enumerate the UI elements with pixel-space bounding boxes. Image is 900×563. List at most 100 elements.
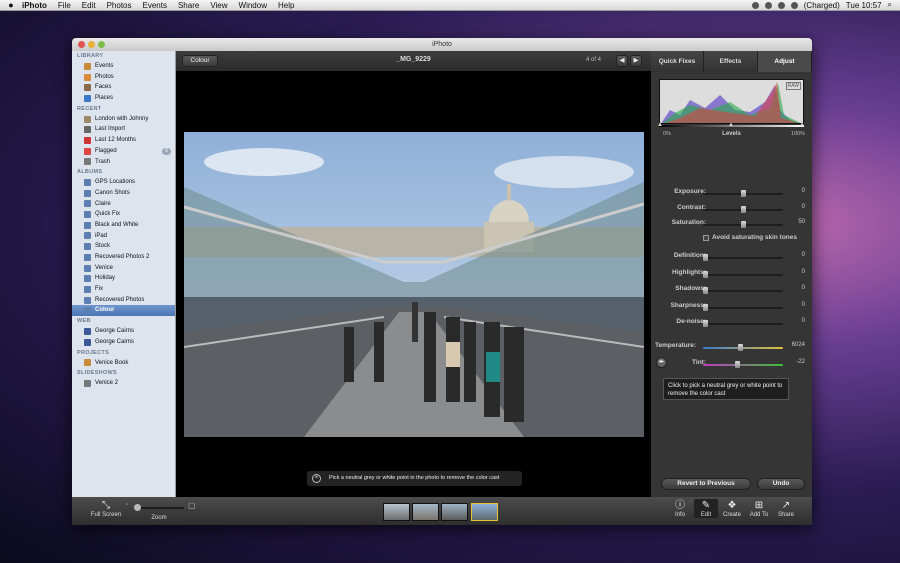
sidebar-item-photos[interactable]: Photos bbox=[72, 72, 175, 83]
menu-edit[interactable]: Edit bbox=[82, 1, 96, 10]
section-header-web[interactable]: WEB bbox=[72, 316, 175, 326]
iphoto-window: iPhoto LIBRARY Events Photos Faces Places REC… bbox=[72, 38, 812, 525]
close-hint-icon[interactable]: × bbox=[312, 474, 321, 483]
sidebar-item-recovered-photos[interactable]: Recovered Photos bbox=[72, 295, 175, 306]
shadows-slider[interactable] bbox=[703, 287, 783, 294]
spotlight-icon[interactable]: ⌕ bbox=[888, 0, 892, 10]
sidebar-item-gps-locations[interactable]: GPS Locations bbox=[72, 177, 175, 188]
minimize-button[interactable] bbox=[88, 41, 95, 48]
sidebar-item-faces[interactable]: Faces bbox=[72, 82, 175, 93]
sidebar-item-trash[interactable]: Trash bbox=[72, 157, 175, 168]
de-noise-slider[interactable] bbox=[703, 320, 783, 327]
clock[interactable]: Tue 10:57 bbox=[846, 1, 882, 10]
de-noise-knob[interactable] bbox=[703, 320, 708, 327]
status-icon[interactable] bbox=[751, 1, 759, 9]
sidebar-item-colour[interactable]: Colour bbox=[72, 305, 175, 317]
menu-window[interactable]: Window bbox=[239, 1, 267, 10]
sharpness-slider[interactable] bbox=[703, 303, 783, 311]
highlights-knob[interactable] bbox=[703, 270, 708, 278]
zoom-knob[interactable] bbox=[134, 504, 141, 511]
sidebar-item-venice-2[interactable]: Venice 2 bbox=[72, 378, 175, 389]
zoom-button[interactable] bbox=[98, 41, 105, 48]
sidebar-item-quick-fix[interactable]: Quick Fix bbox=[72, 209, 175, 220]
contrast-slider[interactable] bbox=[703, 205, 783, 213]
levels-label: Levels bbox=[722, 131, 741, 137]
sidebar-item-george-cairns[interactable]: George Cairns bbox=[72, 326, 175, 337]
levels-mid-handle[interactable]: ▲ bbox=[728, 122, 734, 128]
filmstrip-thumb[interactable] bbox=[412, 503, 439, 521]
filmstrip-thumb[interactable] bbox=[441, 503, 468, 521]
filmstrip-thumb[interactable] bbox=[383, 503, 410, 521]
status-icon[interactable] bbox=[764, 1, 772, 9]
definition-slider[interactable] bbox=[703, 254, 783, 261]
photo-canvas[interactable] bbox=[184, 132, 644, 437]
menu-share[interactable]: Share bbox=[178, 1, 199, 10]
exposure-slider[interactable] bbox=[703, 190, 783, 197]
full-screen-button[interactable]: ⤡ Full Screen bbox=[86, 499, 126, 518]
tab-effects[interactable]: Effects bbox=[704, 51, 758, 72]
previous-photo-button[interactable]: ◀ bbox=[616, 55, 628, 67]
tab-quick-fixes[interactable]: Quick Fixes bbox=[651, 51, 704, 72]
sidebar-item-recovered-photos-2[interactable]: Recovered Photos 2 bbox=[72, 252, 175, 263]
sidebar-item-black-and-white[interactable]: Black and White bbox=[72, 220, 175, 231]
wifi-icon[interactable] bbox=[790, 1, 798, 9]
sidebar-item-events[interactable]: Events bbox=[72, 61, 175, 72]
definition-knob[interactable] bbox=[703, 254, 708, 261]
tint-slider[interactable] bbox=[703, 361, 783, 368]
battery-status[interactable]: (Charged) bbox=[804, 1, 840, 10]
menu-file[interactable]: File bbox=[58, 1, 71, 10]
sidebar-item-claire[interactable]: Claire bbox=[72, 199, 175, 210]
skin-tones-checkbox[interactable] bbox=[703, 234, 709, 241]
section-header-projects[interactable]: PROJECTS bbox=[72, 348, 175, 358]
sidebar-item-canon-shots[interactable]: Canon Shots bbox=[72, 188, 175, 199]
sidebar-item-places[interactable]: Places bbox=[72, 93, 175, 104]
temperature-slider[interactable] bbox=[703, 344, 783, 351]
create-button[interactable]: ❖ Create bbox=[720, 499, 744, 518]
sharpness-knob[interactable] bbox=[703, 303, 708, 311]
sidebar-item-george-cairns[interactable]: George Cairns bbox=[72, 337, 175, 348]
levels-black-handle[interactable]: ▲ bbox=[657, 122, 663, 128]
close-button[interactable] bbox=[78, 41, 85, 48]
levels-white-handle[interactable]: ▲ bbox=[799, 122, 805, 128]
highlights-slider[interactable] bbox=[703, 270, 783, 278]
temperature-knob[interactable] bbox=[738, 344, 744, 351]
section-header-albums[interactable]: ALBUMS bbox=[72, 167, 175, 177]
status-icon[interactable] bbox=[777, 1, 785, 9]
sidebar-item-venice-book[interactable]: Venice Book bbox=[72, 358, 175, 369]
section-header-library[interactable]: LIBRARY bbox=[72, 51, 175, 61]
sidebar-item-flagged[interactable]: Flagged 6 bbox=[72, 146, 175, 157]
next-photo-button[interactable]: ▶ bbox=[630, 55, 642, 67]
contrast-knob[interactable] bbox=[740, 205, 746, 213]
sidebar-item-last-12-months[interactable]: Last 12 Months bbox=[72, 135, 175, 146]
menu-app-name[interactable]: iPhoto bbox=[22, 1, 47, 10]
sidebar-item-holiday[interactable]: Holiday bbox=[72, 273, 175, 284]
menu-events[interactable]: Events bbox=[142, 1, 166, 10]
revert-to-previous-button[interactable]: Revert to Previous bbox=[661, 478, 751, 490]
share-button[interactable]: ↗ Share bbox=[774, 499, 798, 518]
saturation-knob[interactable] bbox=[740, 221, 746, 228]
sidebar-item-ipad[interactable]: iPad bbox=[72, 231, 175, 242]
menu-help[interactable]: Help bbox=[278, 1, 294, 10]
exposure-knob[interactable] bbox=[740, 190, 746, 197]
tab-adjust[interactable]: Adjust bbox=[758, 51, 812, 72]
info-button[interactable]: ⓘ Info bbox=[668, 499, 692, 518]
sidebar-item-fix[interactable]: Fix bbox=[72, 284, 175, 295]
add-to-button[interactable]: ⊞ Add To bbox=[747, 499, 771, 518]
section-header-slideshows[interactable]: SLIDESHOWS bbox=[72, 368, 175, 378]
section-header-recent[interactable]: RECENT bbox=[72, 104, 175, 114]
menu-photos[interactable]: Photos bbox=[107, 1, 132, 10]
tint-knob[interactable] bbox=[735, 361, 741, 368]
saturation-slider[interactable] bbox=[703, 221, 783, 228]
sidebar-item-stock[interactable]: Stock bbox=[72, 241, 175, 252]
shadows-knob[interactable] bbox=[703, 287, 708, 294]
sidebar-item-london-with-johnny[interactable]: London with Johnny bbox=[72, 114, 175, 125]
sidebar-item-last-import[interactable]: Last Import bbox=[72, 124, 175, 135]
filmstrip-thumb-selected[interactable] bbox=[471, 503, 498, 521]
edit-button[interactable]: ✎ Edit bbox=[694, 499, 718, 518]
zoom-slider[interactable] bbox=[134, 504, 184, 511]
sidebar-item-venice[interactable]: Venice bbox=[72, 263, 175, 274]
apple-menu-icon[interactable]: ● bbox=[0, 0, 22, 10]
skin-tones-option[interactable]: Avoid saturating skin tones bbox=[703, 234, 797, 241]
menu-view[interactable]: View bbox=[210, 1, 227, 10]
undo-button[interactable]: Undo bbox=[757, 478, 805, 490]
